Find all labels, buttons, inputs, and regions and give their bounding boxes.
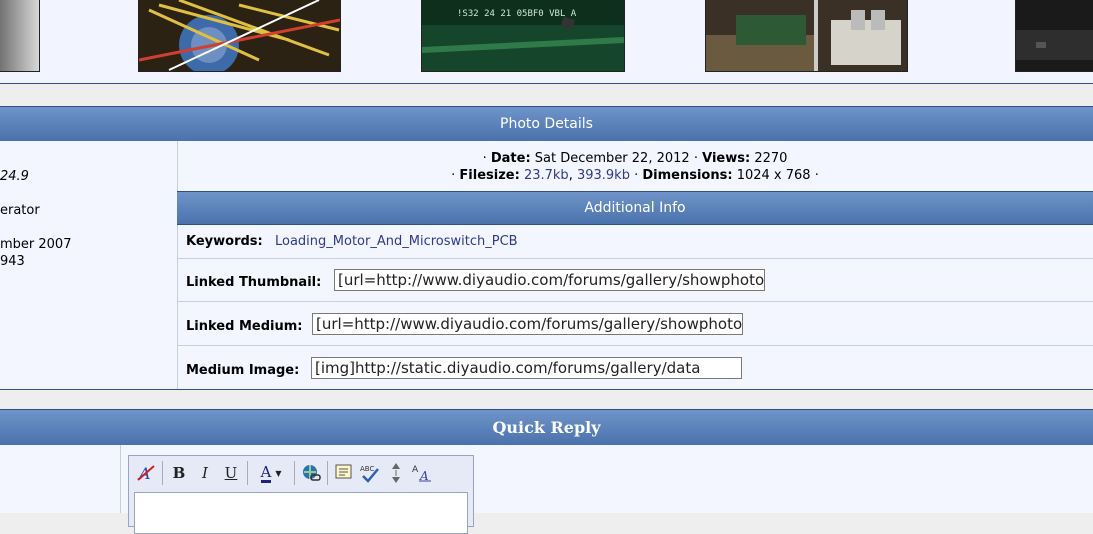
toolbar-separator xyxy=(294,461,295,485)
linked-thumbnail-field[interactable]: [url=http://www.diyaudio.com/forums/gall… xyxy=(334,269,765,291)
toolbar-separator xyxy=(327,461,328,485)
filesize-dimensions-line: · Filesize: 23.7kb, 393.9kb · Dimensions… xyxy=(451,168,819,183)
font-color-button[interactable]: A ▼ xyxy=(251,460,291,486)
medium-image-label: Medium Image: xyxy=(186,363,300,378)
medium-image-row: Medium Image: [img]http://static.diyaudi… xyxy=(178,345,1093,390)
linked-thumbnail-row: Linked Thumbnail: [url=http://www.diyaud… xyxy=(178,258,1093,302)
font-color-label: A xyxy=(260,462,272,483)
quote-icon[interactable] xyxy=(331,460,357,486)
keywords-label: Keywords: xyxy=(186,234,263,249)
views-label: Views: xyxy=(702,151,751,166)
svg-text:ABC: ABC xyxy=(360,465,374,473)
quick-reply-editor: A B I U A ▼ ABC AA xyxy=(128,455,474,534)
resize-icon[interactable] xyxy=(383,460,409,486)
message-textarea[interactable] xyxy=(134,492,468,534)
thumbnail-3[interactable]: !S32 24 21 05BF0 VBL A xyxy=(421,0,625,72)
additional-info-header: Additional Info xyxy=(177,191,1093,225)
thumbnail-strip: !S32 24 21 05BF0 VBL A xyxy=(0,0,1093,84)
toolbar-separator xyxy=(247,461,248,485)
italic-button[interactable]: I xyxy=(192,460,218,486)
switch-editor-mode-icon[interactable]: AA xyxy=(409,460,435,486)
thumbnail-2[interactable] xyxy=(138,0,341,72)
date-label: Date: xyxy=(490,151,531,166)
editor-toolbar: A B I U A ▼ ABC AA xyxy=(133,456,435,490)
linked-medium-label: Linked Medium: xyxy=(186,319,303,334)
thumbnail-1[interactable] xyxy=(0,0,40,72)
photo-details-panel: 24.9 erator mber 2007 943 · Date: Sat De… xyxy=(0,141,1093,390)
photo-details-title: Photo Details xyxy=(500,116,593,132)
sidebar-join-date: mber 2007 xyxy=(0,237,72,252)
spellcheck-icon[interactable]: ABC xyxy=(357,460,383,486)
sidebar-post-count: 24.9 xyxy=(0,169,29,184)
keywords-row: Keywords: Loading_Motor_And_Microswitch_… xyxy=(178,225,1093,258)
insert-link-icon[interactable] xyxy=(298,460,324,486)
svg-text:!S32 24 21 05BF0 VBL A: !S32 24 21 05BF0 VBL A xyxy=(457,9,577,19)
quick-reply-sidebar xyxy=(0,445,121,513)
filesize-small-link[interactable]: 23.7kb xyxy=(524,168,569,183)
date-value: Sat December 22, 2012 xyxy=(534,151,690,166)
sidebar-post-number: 943 xyxy=(0,254,25,269)
linked-thumbnail-label: Linked Thumbnail: xyxy=(186,275,322,290)
chevron-down-icon: ▼ xyxy=(275,468,282,478)
svg-text:A: A xyxy=(412,465,419,475)
dimensions-label: Dimensions: xyxy=(642,168,733,183)
thumbnail-4[interactable] xyxy=(705,0,908,72)
views-value: 2270 xyxy=(754,151,788,166)
linked-medium-field[interactable]: [url=http://www.diyaudio.com/forums/gall… xyxy=(312,313,743,335)
medium-image-field[interactable]: [img]http://static.diyaudio.com/forums/g… xyxy=(311,357,742,379)
thumbnail-5[interactable] xyxy=(1015,0,1093,72)
photo-details-header: Photo Details xyxy=(0,106,1093,142)
bold-button[interactable]: B xyxy=(166,460,192,486)
date-views-line: · Date: Sat December 22, 2012 · Views: 2… xyxy=(482,151,788,166)
additional-info-title: Additional Info xyxy=(584,200,686,216)
underline-button[interactable]: U xyxy=(218,460,244,486)
filesize-large-link[interactable]: 393.9kb xyxy=(577,168,630,183)
toolbar-separator xyxy=(162,461,163,485)
filesize-label: Filesize: xyxy=(459,168,520,183)
dimensions-value: 1024 x 768 xyxy=(736,168,811,183)
quick-reply-title: Quick Reply xyxy=(492,418,601,437)
keywords-link[interactable]: Loading_Motor_And_Microswitch_PCB xyxy=(275,234,518,249)
user-info-sidebar: 24.9 erator mber 2007 943 xyxy=(0,141,178,389)
sidebar-user-title: erator xyxy=(0,203,40,218)
linked-medium-row: Linked Medium: [url=http://www.diyaudio.… xyxy=(178,301,1093,346)
remove-format-icon[interactable]: A xyxy=(133,460,159,486)
quick-reply-header: Quick Reply xyxy=(0,409,1093,446)
